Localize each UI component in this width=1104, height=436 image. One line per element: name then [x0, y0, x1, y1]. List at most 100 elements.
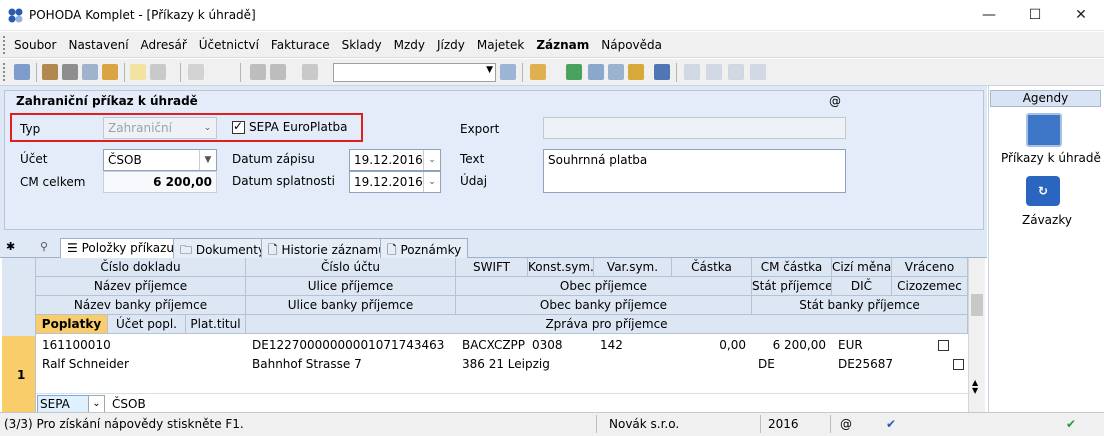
col-ucet-popl[interactable]: Účet popl. — [108, 315, 186, 334]
copy-icon[interactable] — [302, 64, 318, 80]
list-icon[interactable] — [706, 64, 722, 80]
col-vraceno[interactable]: Vráceno — [892, 258, 968, 277]
chevron-down-icon[interactable]: ⌄ — [423, 172, 440, 192]
col-obec-banky[interactable]: Obec banky příjemce — [456, 296, 752, 315]
edit-icon[interactable] — [150, 64, 166, 80]
col-var-sym[interactable]: Var.sym. — [594, 258, 672, 277]
exit-icon[interactable] — [14, 64, 30, 80]
col-nazev-banky[interactable]: Název banky příjemce — [36, 296, 246, 315]
chevron-down-icon[interactable]: ⌄ — [423, 150, 440, 170]
notes-icon[interactable] — [728, 64, 744, 80]
maximize-button[interactable]: ☐ — [1012, 0, 1058, 31]
iban-icon[interactable] — [654, 64, 670, 80]
tab-dokumenty[interactable]: 🗀 Dokumenty — [173, 238, 273, 258]
save-copy-icon[interactable] — [270, 64, 286, 80]
toolbar-search-combo[interactable]: ▼ — [333, 63, 496, 82]
cell-cislo-uctu[interactable]: DE12270000000001071743463 — [248, 336, 448, 355]
menu-zaznam[interactable]: Záznam — [536, 38, 589, 52]
cell-cizi-mena[interactable]: EUR — [834, 336, 867, 355]
col-plat-titul[interactable]: Plat.titul — [186, 315, 246, 334]
signature-icon[interactable]: ✔ — [886, 417, 896, 431]
folder-icon[interactable] — [530, 64, 546, 80]
cell-cislo-dokladu[interactable]: 161100010 — [38, 336, 115, 355]
cell-obec-prijemce[interactable]: 386 21 Leipzig — [458, 355, 554, 374]
cell-nazev-prijemce[interactable]: Ralf Schneider — [38, 355, 133, 374]
cizozemec-checkbox[interactable] — [952, 359, 964, 370]
datum-zapisu-field[interactable]: 19.12.2016 ⌄ — [349, 149, 441, 171]
preview-icon[interactable] — [82, 64, 98, 80]
col-dic[interactable]: DIČ — [832, 277, 892, 296]
cell-stat-prijemce[interactable]: DE — [754, 355, 779, 374]
grid-scrollbar[interactable]: ▲ ▼ — [968, 258, 985, 412]
payment-icon[interactable] — [566, 64, 582, 80]
chevron-down-icon[interactable]: ▼ — [199, 150, 216, 170]
help-icon[interactable] — [750, 64, 766, 80]
open-icon[interactable] — [42, 64, 58, 80]
row-number[interactable]: 1 — [2, 336, 36, 412]
menu-soubor[interactable]: Soubor — [14, 38, 56, 52]
save-icon[interactable] — [250, 64, 266, 80]
minimize-button[interactable]: — — [966, 0, 1012, 31]
col-stat-prijemce[interactable]: Stát příjemce — [752, 277, 832, 296]
col-zprava[interactable]: Zpráva pro příjemce — [246, 315, 968, 334]
col-cislo-dokladu[interactable]: Číslo dokladu — [36, 258, 246, 277]
tab-polozky[interactable]: ☰ Položky příkazu — [60, 238, 182, 258]
menu-ucetnictvi[interactable]: Účetnictví — [199, 38, 259, 52]
tab-poznamky[interactable]: 🗋 Poznámky — [380, 238, 469, 258]
ucet-select[interactable]: ČSOB ▼ — [103, 149, 217, 171]
col-cislo-uctu[interactable]: Číslo účtu — [246, 258, 456, 277]
col-cizi-mena[interactable]: Cizí měna — [832, 258, 892, 277]
col-ulice-prijemce[interactable]: Ulice příjemce — [246, 277, 456, 296]
cell-ulice-prijemce[interactable]: Bahnhof Strasse 7 — [248, 355, 366, 374]
filter-icon[interactable] — [500, 64, 516, 80]
cell-castka[interactable]: 0,00 — [672, 336, 750, 355]
typ-select[interactable]: Zahraniční ⌄ — [103, 117, 217, 139]
col-konst-sym[interactable]: Konst.sym. — [528, 258, 594, 277]
asterisk-icon[interactable]: ✱ — [6, 240, 15, 253]
print-icon[interactable] — [62, 64, 78, 80]
chevron-down-icon[interactable]: ⌄ — [88, 395, 105, 413]
datum-splatnosti-field[interactable]: 19.12.2016 ⌄ — [349, 171, 441, 193]
menu-sklady[interactable]: Sklady — [342, 38, 382, 52]
cell-var-sym[interactable]: 142 — [596, 336, 627, 355]
col-castka[interactable]: Částka — [672, 258, 752, 277]
table-icon[interactable] — [588, 64, 604, 80]
menu-majetek[interactable]: Majetek — [477, 38, 524, 52]
menu-nastaveni[interactable]: Nastavení — [68, 38, 128, 52]
cell-swift[interactable]: BACXCZPP — [458, 336, 529, 355]
sepa-checkbox[interactable] — [232, 119, 245, 134]
message-icon[interactable] — [684, 64, 700, 80]
cell-cm-castka[interactable]: 6 200,00 — [752, 336, 830, 355]
tab-historie[interactable]: 🗋 Historie záznamu — [261, 238, 393, 258]
agendy-item-prikazy[interactable]: Příkazy k úhradě — [1001, 151, 1101, 165]
cell-konst-sym[interactable]: 0308 — [528, 336, 567, 355]
col-cizozemec[interactable]: Cizozemec — [892, 277, 968, 296]
new-record-icon[interactable] — [130, 64, 146, 80]
scroll-down-icon[interactable]: ▼ — [972, 386, 978, 395]
agendy-item-zavazky[interactable]: Závazky — [1022, 213, 1072, 227]
menu-adresar[interactable]: Adresář — [141, 38, 187, 52]
col-stat-banky[interactable]: Stát banky příjemce — [752, 296, 968, 315]
prikazy-icon[interactable] — [1026, 113, 1062, 147]
menu-fakturace[interactable]: Fakturace — [271, 38, 330, 52]
vraceno-checkbox[interactable] — [937, 340, 949, 351]
menu-mzdy[interactable]: Mzdy — [394, 38, 425, 52]
col-poplatky[interactable]: Poplatky — [36, 315, 108, 334]
menu-jizdy[interactable]: Jízdy — [437, 38, 465, 52]
text-field[interactable]: Souhrnná platba — [543, 149, 846, 193]
back-arrow-icon[interactable] — [188, 64, 204, 80]
menu-napoveda[interactable]: Nápověda — [601, 38, 662, 52]
col-ulice-banky[interactable]: Ulice banky příjemce — [246, 296, 456, 315]
zavazky-icon[interactable]: ↻ — [1026, 176, 1060, 206]
col-cm-castka[interactable]: CM částka — [752, 258, 832, 277]
cell-dic[interactable]: DE25687 — [834, 355, 897, 374]
col-swift[interactable]: SWIFT — [456, 258, 528, 277]
scrollbar-thumb[interactable] — [971, 294, 983, 316]
export-icon[interactable] — [102, 64, 118, 80]
close-button[interactable]: ✕ — [1058, 0, 1104, 31]
col-nazev-prijemce[interactable]: Název příjemce — [36, 277, 246, 296]
coins-icon[interactable] — [628, 64, 644, 80]
filter-icon[interactable]: ⚲ — [40, 240, 48, 253]
col-obec-prijemce[interactable]: Obec příjemce — [456, 277, 752, 296]
calculator-icon[interactable] — [608, 64, 624, 80]
